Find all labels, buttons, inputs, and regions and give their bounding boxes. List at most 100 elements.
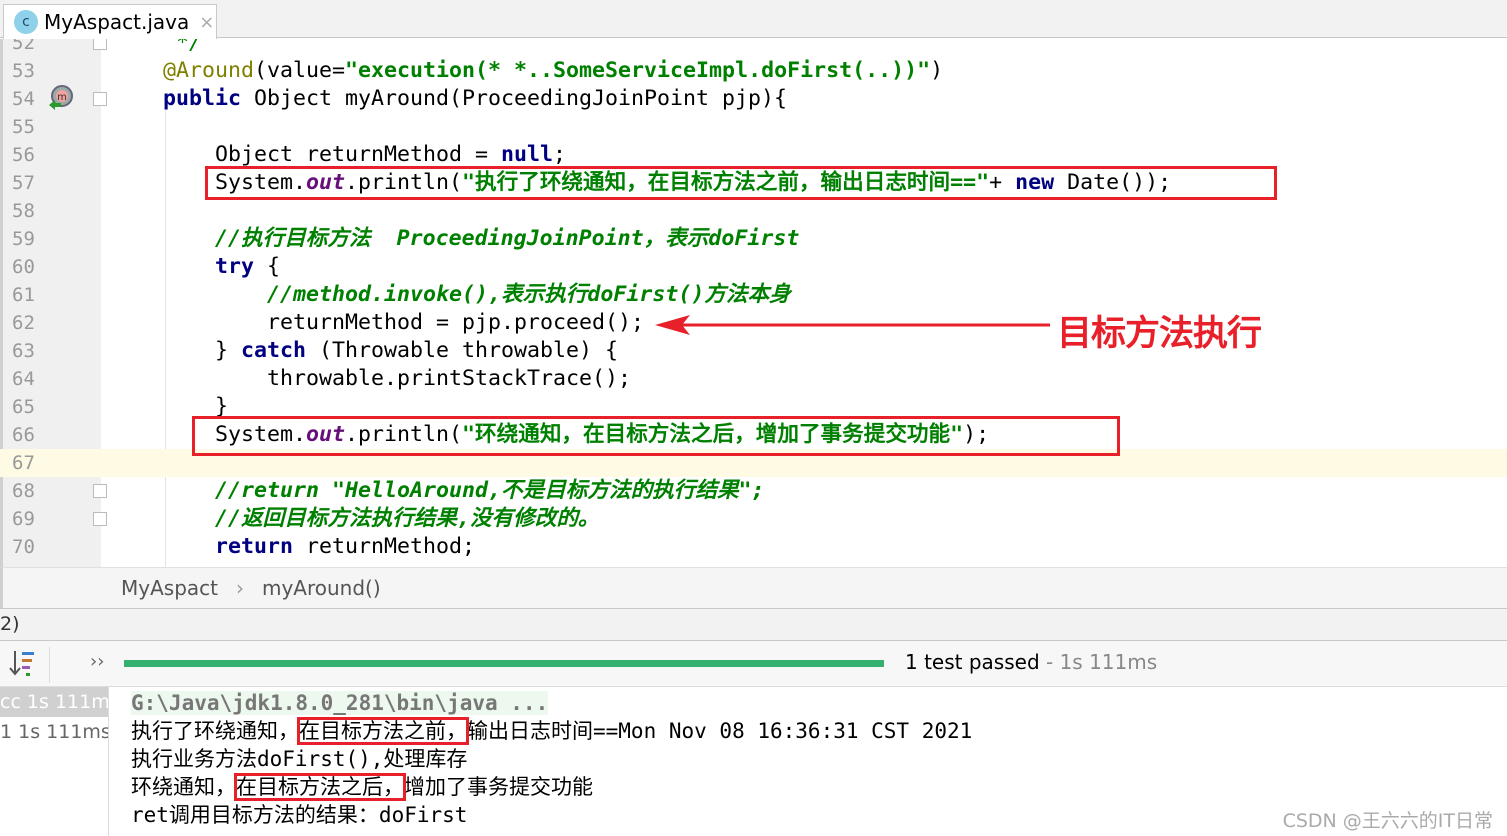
console-command: G:\Java\jdk1.8.0_281\bin\java ... [131,691,549,715]
code-token: returnMethod; [293,534,476,559]
text: 输出日志时间==Mon Nov 08 16:36:31 CST 2021 [467,719,973,743]
code-token: "execution(* *..SomeServiceImpl.doFirst(… [345,58,931,83]
breadcrumb: MyAspact › myAround() [0,567,1507,608]
breadcrumb-method[interactable]: myAround() [262,576,381,600]
highlight-box-after [192,416,1120,456]
code-line[interactable]: 58 [0,197,1507,225]
status-time: - 1s 111ms [1039,650,1158,674]
code-token: return [215,534,294,559]
line-number: 69 [12,508,35,530]
code-text: try { [111,253,280,281]
line-number: 67 [12,452,35,474]
code-token: ) [930,58,944,83]
code-line[interactable]: 55 [0,113,1507,141]
code-line[interactable]: 70 return returnMethod; [0,533,1507,561]
code-token: Object returnMethod = [111,142,502,167]
override-method-icon[interactable]: m [47,85,75,111]
expand-icon[interactable]: ›› [90,651,104,672]
code-line[interactable]: 54 public Object myAround(ProceedingJoin… [0,85,1507,113]
arrow-icon [655,315,1050,335]
line-number: 64 [12,368,35,390]
code-line[interactable]: 60 try { [0,253,1507,281]
line-number: 54 [12,88,35,110]
test-item[interactable]: 1 1s 111ms [0,717,108,747]
code-text: //return "HelloAround,不是目标方法的执行结果"; [111,477,765,505]
code-token: returnMethod = pjp.proceed(); [111,310,645,335]
text: 环绕通知， [131,775,236,799]
code-text: return returnMethod; [111,533,475,561]
code-editor[interactable]: 52 */53 @Around(value="execution(* *..So… [0,39,1507,567]
breadcrumb-class[interactable]: MyAspact [121,576,218,600]
code-line[interactable]: 56 Object returnMethod = null; [0,141,1507,169]
line-number: 68 [12,480,35,502]
code-token: try [215,254,255,279]
code-line[interactable]: 59 //执行目标方法 ProceedingJoinPoint，表示doFirs… [0,225,1507,253]
code-token: //执行目标方法 ProceedingJoinPoint，表示doFirst [215,226,800,251]
code-token: //return "HelloAround,不是目标方法的执行结果"; [215,478,765,503]
line-number: 70 [12,536,35,558]
line-number: 62 [12,312,35,334]
code-line[interactable]: 52 */ [0,39,1507,57]
code-token: null [501,142,554,167]
test-tree: cc 1s 111ms 1 1s 111ms [0,687,109,836]
class-c-icon: c [14,10,38,34]
code-line[interactable]: 68 //return "HelloAround,不是目标方法的执行结果"; [0,477,1507,505]
code-text: Object returnMethod = null; [111,141,566,169]
console-line: 执行了环绕通知，在目标方法之前，输出日志时间==Mon Nov 08 16:36… [131,717,972,745]
line-number: 52 [12,39,35,54]
tab-myaspact-java[interactable]: c MyAspact.java × [3,4,217,39]
test-status: 1 test passed - 1s 111ms [905,650,1157,674]
code-line[interactable]: 69 //返回目标方法执行结果,没有修改的。 [0,505,1507,533]
code-token: (Throwable throwable) { [306,338,619,363]
code-token: */ [111,39,203,55]
line-number: 63 [12,340,35,362]
line-number: 55 [12,116,35,138]
fold-marker-icon[interactable] [93,484,107,498]
code-text: } catch (Throwable throwable) { [111,337,618,365]
code-token: @Around [163,58,255,83]
code-text: //返回目标方法执行结果,没有修改的。 [111,505,600,533]
toolbar-separator [49,647,50,683]
annotation-label: 目标方法执行 [1057,314,1262,354]
line-number: 65 [12,396,35,418]
close-icon[interactable]: × [199,12,214,33]
test-item[interactable]: cc 1s 111ms [0,687,108,717]
code-line[interactable]: 61 //method.invoke(),表示执行doFirst()方法本身 [0,281,1507,309]
code-line[interactable]: 64 throwable.printStackTrace(); [0,365,1507,393]
line-number: 66 [12,424,35,446]
sort-icon[interactable] [8,649,36,679]
code-token: //返回目标方法执行结果,没有修改的。 [215,506,600,531]
code-line[interactable]: 63 } catch (Throwable throwable) { [0,337,1507,365]
fold-marker-icon[interactable] [93,512,107,526]
console-line: ret调用目标方法的结果：doFirst [131,803,468,827]
code-token: public [163,86,242,111]
status-text: 1 test passed [905,650,1040,674]
highlight-box-before [205,166,1277,200]
fold-marker-icon[interactable] [93,92,107,106]
line-number: 53 [12,60,35,82]
line-number: 60 [12,256,35,278]
code-token: Object myAround(ProceedingJoinPoint pjp)… [241,86,788,111]
test-progress-bar [124,660,884,667]
console-output[interactable]: G:\Java\jdk1.8.0_281\bin\java ... 执行了环绕通知… [131,689,972,829]
tab-title: MyAspact.java [44,10,190,34]
code-text: //执行目标方法 ProceedingJoinPoint，表示doFirst [111,225,799,253]
line-number: 57 [12,172,35,194]
code-token: //method.invoke(),表示执行doFirst()方法本身 [267,282,791,307]
text: 执行了环绕通知， [131,719,299,743]
code-line[interactable]: 53 @Around(value="execution(* *..SomeSer… [0,57,1507,85]
line-number: 56 [12,144,35,166]
code-text: @Around(value="execution(* *..SomeServic… [111,57,943,85]
svg-text:m: m [57,92,67,103]
console-line: 环绕通知，在目标方法之后，增加了事务提交功能 [131,773,972,801]
fold-marker-icon[interactable] [93,39,107,50]
code-token: { [254,254,281,279]
highlight-after: 在目标方法之后， [234,773,406,801]
